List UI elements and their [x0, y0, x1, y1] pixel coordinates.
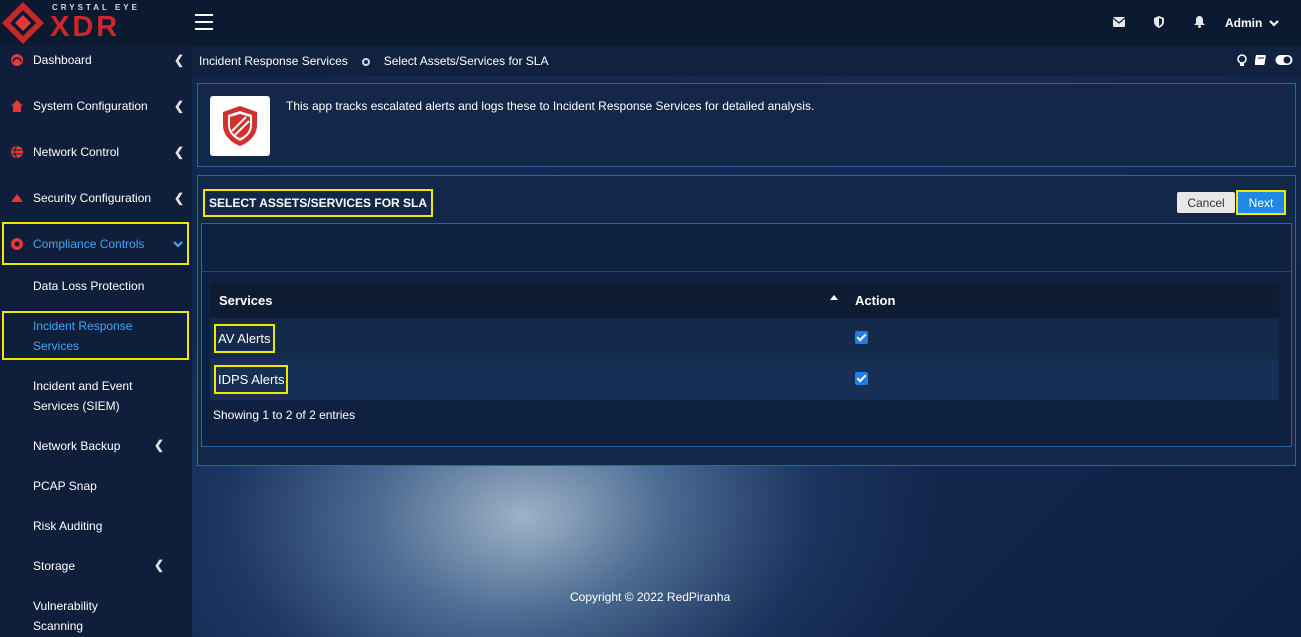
table-row: IDPS Alerts	[210, 359, 1279, 400]
table-header-row: Services Action	[210, 282, 1279, 318]
sidebar-item-label: Compliance Controls	[33, 236, 145, 251]
app-info-panel: This app tracks escalated alerts and log…	[197, 83, 1296, 167]
sidebar-subitem-incident-response-services[interactable]: Incident Response Services	[2, 311, 189, 360]
home-icon	[10, 99, 24, 113]
top-bar: CRYSTAL EYE XDR Admin	[0, 0, 1301, 46]
footer-copyright: Copyright © 2022 RedPiranha	[570, 590, 731, 604]
sidebar-subitem-siem[interactable]: Incident and Event Services (SIEM)	[0, 374, 192, 416]
chevron-left-icon: ❮	[153, 438, 164, 452]
breadcrumb-separator-icon	[361, 58, 370, 66]
action-cell	[846, 318, 1279, 359]
services-table-panel: Services Action AV Alerts IDPS Alerts Sh…	[201, 223, 1292, 447]
table-toolbar	[202, 224, 1291, 272]
sidebar-item-network-control[interactable]: Network Control ❮	[0, 142, 192, 162]
service-name: IDPS Alerts	[214, 365, 289, 394]
action-cell	[846, 359, 1279, 400]
globe-icon	[10, 145, 24, 159]
column-header-label: Services	[219, 292, 273, 308]
column-header-action[interactable]: Action	[846, 282, 1279, 318]
sidebar-subitem-label-line1: Vulnerability	[33, 599, 98, 613]
sidebar-item-dashboard[interactable]: Dashboard ❮	[0, 50, 192, 70]
toggle-icon[interactable]	[1275, 54, 1293, 70]
sidebar-subitem-pcap-snap[interactable]: PCAP Snap	[33, 476, 97, 496]
shield-icon	[223, 106, 257, 146]
sidebar-subitem-label-line2: Services (SIEM)	[33, 399, 120, 413]
table-entries-info: Showing 1 to 2 of 2 entries	[213, 408, 356, 422]
app-shield-logo	[210, 96, 270, 156]
service-checkbox[interactable]	[855, 371, 868, 385]
services-table: Services Action AV Alerts IDPS Alerts	[210, 282, 1279, 400]
piranha-logo-icon	[2, 2, 44, 44]
sidebar-subitem-label-line1: Incident and Event	[33, 379, 133, 393]
lightbulb-icon[interactable]	[1237, 54, 1247, 70]
chevron-down-icon	[1268, 16, 1279, 30]
service-cell: AV Alerts	[210, 318, 846, 359]
sidebar-subitem-label-line1: Incident Response	[33, 319, 133, 333]
brand-name: XDR	[50, 11, 121, 43]
sidebar-subitem-risk-auditing[interactable]: Risk Auditing	[33, 516, 102, 536]
warning-icon	[10, 191, 24, 205]
compliance-badge-icon	[10, 237, 24, 251]
sidebar-subitem-vulnerability-scanning[interactable]: Vulnerability Scanning	[0, 596, 192, 637]
table-row: AV Alerts	[210, 318, 1279, 359]
mail-icon[interactable]	[1099, 16, 1139, 30]
top-actions: Admin	[1099, 0, 1301, 46]
shield-icon[interactable]	[1139, 15, 1179, 31]
panel-title: SELECT ASSETS/SERVICES FOR SLA	[203, 189, 434, 217]
chevron-down-icon	[173, 237, 183, 251]
sidebar-subitem-data-loss-protection[interactable]: Data Loss Protection	[33, 276, 144, 296]
sidebar-item-label: System Configuration	[33, 99, 148, 113]
breadcrumb-current: Select Assets/Services for SLA	[383, 54, 549, 68]
sidebar-subitem-label: Storage	[33, 559, 76, 573]
sidebar-item-compliance-controls[interactable]: Compliance Controls	[2, 222, 189, 265]
sidebar-item-system-configuration[interactable]: System Configuration ❮	[0, 96, 192, 116]
sidebar-subitem-network-backup[interactable]: Network Backup ❮	[0, 436, 192, 456]
page-tools	[1237, 54, 1293, 70]
brand-logo[interactable]: CRYSTAL EYE XDR	[0, 0, 190, 46]
dashboard-gauge-icon	[10, 53, 24, 67]
sidebar: Dashboard ❮ System Configuration ❮ Netwo…	[0, 46, 192, 637]
chevron-left-icon: ❮	[173, 53, 184, 67]
sidebar-subitem-label-line2: Scanning	[33, 619, 84, 633]
chevron-left-icon: ❮	[153, 558, 164, 572]
column-header-services[interactable]: Services	[210, 282, 846, 318]
sidebar-subitem-storage[interactable]: Storage ❮	[0, 556, 192, 576]
sort-asc-icon[interactable]	[830, 295, 838, 300]
chevron-left-icon: ❮	[173, 145, 184, 159]
next-button[interactable]: Next	[1236, 190, 1286, 215]
breadcrumb-parent[interactable]: Incident Response Services	[199, 54, 348, 68]
book-icon[interactable]	[1254, 54, 1267, 70]
bell-icon[interactable]	[1179, 15, 1219, 31]
sidebar-subitem-label-line2: Services	[33, 339, 80, 353]
main-content: Incident Response Services Select Assets…	[192, 46, 1301, 637]
service-name: AV Alerts	[214, 324, 275, 353]
sidebar-item-security-configuration[interactable]: Security Configuration ❮	[0, 188, 192, 208]
cancel-button[interactable]: Cancel	[1177, 192, 1235, 213]
sidebar-subitem-label: Network Backup	[33, 439, 121, 453]
menu-toggle-icon[interactable]	[195, 14, 213, 30]
user-name: Admin	[1225, 16, 1263, 30]
sidebar-item-label: Network Control	[33, 145, 120, 159]
breadcrumb: Incident Response Services Select Assets…	[192, 46, 1301, 76]
service-checkbox[interactable]	[855, 330, 868, 344]
sidebar-item-label: Security Configuration	[33, 191, 152, 205]
sla-panel: SELECT ASSETS/SERVICES FOR SLA Cancel Ne…	[197, 175, 1296, 466]
chevron-left-icon: ❮	[173, 191, 184, 205]
sidebar-item-label: Dashboard	[33, 53, 92, 67]
user-menu[interactable]: Admin	[1219, 16, 1301, 30]
app-description: This app tracks escalated alerts and log…	[286, 99, 815, 113]
service-cell: IDPS Alerts	[210, 359, 846, 400]
chevron-left-icon: ❮	[173, 99, 184, 113]
